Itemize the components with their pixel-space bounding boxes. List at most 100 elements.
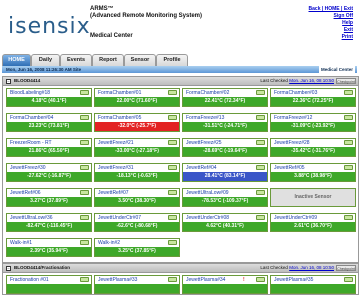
sensor-tile[interactable]: JewettFreez#21 -33.00°C (-27.18°F) (94, 138, 180, 157)
sensor-tile[interactable]: BloodLabeling#18 4.18°C (40.1°F) (6, 88, 92, 107)
sensor-tile[interactable]: Walk-in#2 3.25°C (37.85°F) (94, 238, 180, 257)
sensor-reading: 2.61°C (36.70°F) (271, 222, 355, 231)
sensor-tile[interactable]: JewettUnderCtr#07 -62.6°C (-80.68°F) (94, 213, 180, 232)
sensor-name[interactable]: Walk-in#2 (95, 239, 179, 247)
sensor-name[interactable]: JewettRef#07 (95, 189, 179, 197)
sensor-name[interactable]: FreezerRoom - RT (7, 139, 91, 147)
sensor-name[interactable]: JewettRef#04 (183, 164, 267, 172)
sensor-reading: -78.53°C (-109.37°F) (183, 197, 267, 206)
tab-sensor[interactable]: Sensor (124, 54, 156, 66)
sensor-tile[interactable]: JewettRef#05 3.88°C (38.98°F) (270, 163, 356, 182)
status-indicator-icon (168, 165, 177, 170)
sensor-name[interactable]: FormaFreeze#13 (183, 114, 267, 122)
sensor-reading: 23.23°C (73.81°F) (7, 122, 91, 131)
sensor-tile[interactable]: FormaChamber#05 -32.0°C (-25.7°F) (94, 113, 180, 132)
sensor-tile[interactable]: FormaChamber#02 22.41°C (72.34°F) (182, 88, 268, 107)
sensor-name[interactable]: JewettUnderCtr#07 (95, 214, 179, 222)
status-indicator-icon (80, 115, 89, 120)
sensor-name[interactable]: Fractionation #01 (7, 276, 91, 284)
status-indicator-icon (256, 215, 265, 220)
sensor-tile[interactable]: JewettFreez#30 -27.62°C (-16.87°F) (6, 163, 92, 182)
sensor-name[interactable]: FormaChamber#03 (271, 89, 355, 97)
status-indicator-icon (344, 215, 353, 220)
sensor-name[interactable]: JewettUltraLow#36 (7, 214, 91, 222)
site-badge[interactable]: Medical Center (318, 66, 355, 73)
sensor-reading: 4.18°C (40.1°F) (7, 97, 91, 106)
sensor-name[interactable]: JewettFreez#30 (7, 164, 91, 172)
link-back-home-exit[interactable]: Back | HOME | Exit (309, 6, 353, 13)
collapse-icon[interactable]: − (6, 78, 11, 84)
sensor-name[interactable]: JewettFreez#28 (271, 139, 355, 147)
sensor-name[interactable]: JewettRef#06 (7, 189, 91, 197)
sensor-tile[interactable]: JewettRef#06 3.27°C (37.89°F) (6, 188, 92, 207)
sensor-tile[interactable]: JewettUltraLow#09 -78.53°C (-109.37°F) (182, 188, 268, 207)
sensor-tile[interactable]: JewettUnderCtr#08 4.62°C (40.31°F) (182, 213, 268, 232)
sensor-reading: 2.39°C (35.94°F) (7, 247, 91, 256)
link-exit[interactable]: Exit (309, 27, 353, 34)
checkpoint-button[interactable]: Checkpoint (336, 78, 356, 84)
sensor-name[interactable]: JewettPlasma#33 (95, 276, 179, 284)
main-nav: HOME Daily Events Report Sensor Profile (2, 54, 357, 66)
sensor-tile[interactable]: FormaChamber#04 23.23°C (73.81°F) (6, 113, 92, 132)
link-sign-off[interactable]: Sign Off (309, 13, 353, 20)
link-help[interactable]: Help (309, 20, 353, 27)
sensor-tile[interactable]: JewettRef#07 3.50°C (38.30°F) (94, 188, 180, 207)
last-checked-label: Last Checked (260, 78, 288, 83)
sensor-name[interactable]: FormaFreeze#12 (271, 114, 355, 122)
link-print[interactable]: Print (309, 34, 353, 41)
sensor-reading (271, 284, 355, 293)
sensor-tile[interactable]: JewettRef#04 28.41°C (83.14°F) (182, 163, 268, 182)
tab-home[interactable]: HOME (2, 54, 31, 66)
last-checked-link[interactable]: Mon. Jun 16, 08 10:50 (289, 265, 334, 270)
app-subtitle: (Advanced Remote Monitoring System) (90, 13, 203, 19)
sensor-tile[interactable]: FormaFreeze#12 -31.09°C (-23.92°F) (270, 113, 356, 132)
collapse-icon[interactable]: − (6, 265, 11, 271)
sensor-reading: 3.50°C (38.30°F) (95, 197, 179, 206)
sensor-tile[interactable]: FreezerRoom - RT 21.86°C (65.50°F) (6, 138, 92, 157)
alarm-icon: ! (243, 277, 245, 283)
status-indicator-icon (256, 190, 265, 195)
sensor-name[interactable]: JewettFreez#25 (183, 139, 267, 147)
sensor-name[interactable]: JewettUltraLow#09 (183, 189, 267, 197)
sensor-tile[interactable]: FormaChamber#03 22.36°C (72.25°F) (270, 88, 356, 107)
tab-events[interactable]: Events (60, 54, 92, 66)
sensor-name[interactable]: FormaChamber#01 (95, 89, 179, 97)
tab-daily[interactable]: Daily (31, 54, 60, 66)
sensor-name[interactable]: JewettUnderCtr#08 (183, 214, 267, 222)
section-title: BLOOD4414 (14, 78, 41, 83)
sensor-name[interactable]: FormaChamber#02 (183, 89, 267, 97)
sensor-tile[interactable]: JewettPlasma#34! (182, 275, 268, 294)
sensor-name[interactable]: FormaChamber#04 (7, 114, 91, 122)
sensor-tile[interactable]: FormaFreeze#13 -31.51°C (-24.71°F) (182, 113, 268, 132)
status-indicator-icon (256, 115, 265, 120)
tab-profile[interactable]: Profile (156, 54, 188, 66)
facility-name: Medical Center (90, 33, 133, 39)
sensor-reading (7, 284, 91, 293)
sensor-tile[interactable]: JewettUltraLow#10Inactive Sensor (270, 188, 356, 207)
status-indicator-icon (168, 240, 177, 245)
sensor-name[interactable]: JewettPlasma#35 (271, 276, 355, 284)
sensor-tile[interactable]: Walk-in#1 2.39°C (35.94°F) (6, 238, 92, 257)
status-indicator-icon (80, 215, 89, 220)
sensor-name[interactable]: BloodLabeling#18 (7, 89, 91, 97)
sensor-tile[interactable]: JewettPlasma#35 (270, 275, 356, 294)
sensor-name[interactable]: JewettRef#05 (271, 164, 355, 172)
sensor-name[interactable]: FormaChamber#05 (95, 114, 179, 122)
sensor-name[interactable]: JewettFreez#21 (95, 139, 179, 147)
sensor-name[interactable]: JewettUnderCtr#09 (271, 214, 355, 222)
sensor-tile[interactable]: FormaChamber#01 22.00°C (71.60°F) (94, 88, 180, 107)
tab-report[interactable]: Report (92, 54, 124, 66)
sensor-tile[interactable]: JewettFreez#31 -18.13°C (-0.63°F) (94, 163, 180, 182)
sensor-name[interactable]: JewettPlasma#34 (183, 276, 267, 284)
sensor-tile[interactable]: Fractionation #01 (6, 275, 92, 294)
sensor-tile[interactable]: JewettUltraLow#36 -82.47°C (-116.45°F) (6, 213, 92, 232)
sensor-reading: 22.00°C (71.60°F) (95, 97, 179, 106)
sensor-tile[interactable]: JewettUnderCtr#09 2.61°C (36.70°F) (270, 213, 356, 232)
last-checked-link[interactable]: Mon. Jun 16, 08 10:50 (289, 78, 334, 83)
sensor-name[interactable]: JewettFreez#31 (95, 164, 179, 172)
sensor-tile[interactable]: JewettFreez#25 -28.69°C (-19.64°F) (182, 138, 268, 157)
sensor-name[interactable]: Walk-in#1 (7, 239, 91, 247)
sensor-tile[interactable]: JewettPlasma#33 (94, 275, 180, 294)
sensor-tile[interactable]: JewettFreez#28 -35.42°C (-31.76°F) (270, 138, 356, 157)
checkpoint-button[interactable]: Checkpoint (336, 265, 356, 271)
